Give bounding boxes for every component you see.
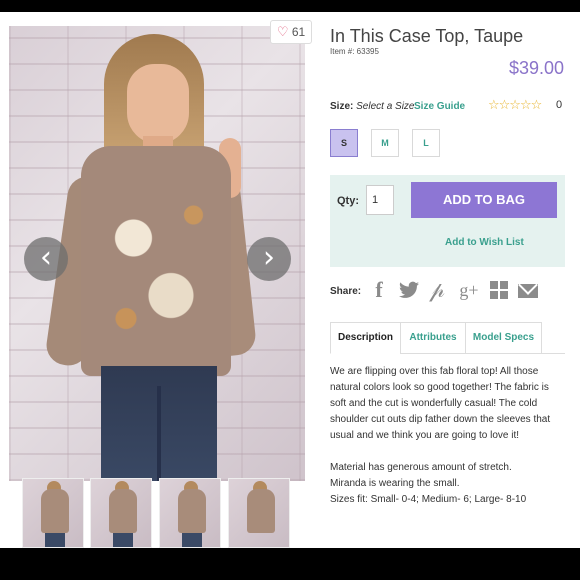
thumbnail-model-top <box>247 489 275 533</box>
size-option-s[interactable]: S <box>330 129 358 157</box>
envelope-glyph <box>518 284 538 298</box>
description-stretch: Material has generous amount of stretch. <box>330 462 512 473</box>
top-black-bar <box>0 0 580 12</box>
product-page: ‹ › ♡ 61 In This Case Top, Taupe Item #:… <box>0 12 580 548</box>
item-number: Item #: 63395 <box>330 47 379 56</box>
size-guide-link[interactable]: Size Guide <box>414 101 465 112</box>
twitter-icon[interactable] <box>398 278 420 302</box>
add-to-wish-list-link[interactable]: Add to Wish List <box>445 237 524 248</box>
favorite-button[interactable]: ♡ 61 <box>270 20 312 44</box>
description-size-fit: Sizes fit: Small- 0-4; Medium- 6; Large-… <box>330 494 527 505</box>
pinterest-icon[interactable]: 𝓅 <box>428 278 446 302</box>
product-price: $39.00 <box>509 58 565 78</box>
quantity-input[interactable]: 1 <box>366 185 394 215</box>
thumbnail-model-top <box>109 489 137 533</box>
thumbnail-4[interactable] <box>228 478 290 548</box>
thumbnail-model-top <box>41 489 69 533</box>
description-model-size: Miranda is wearing the small. <box>330 478 460 489</box>
floral-top <box>81 146 231 376</box>
thumbnail-3[interactable] <box>159 478 221 548</box>
thumbnail-2[interactable] <box>90 478 152 548</box>
thumbnail-model-top <box>178 489 206 533</box>
bottom-black-bar <box>0 548 580 580</box>
heart-icon: ♡ <box>276 24 289 39</box>
facebook-icon[interactable]: f <box>372 278 386 302</box>
tab-model-specs[interactable]: Model Specs <box>465 322 542 354</box>
model-jeans <box>101 366 217 481</box>
next-image-button[interactable]: › <box>247 237 291 281</box>
size-option-m[interactable]: M <box>371 129 399 157</box>
thumbnail-model-legs <box>113 533 133 547</box>
product-description: We are flipping over this fab floral top… <box>330 364 565 508</box>
size-option-l[interactable]: L <box>412 129 440 157</box>
size-label: Size: <box>330 101 354 112</box>
tab-attributes[interactable]: Attributes <box>400 322 466 354</box>
rating-stars-icon[interactable]: ☆☆☆☆☆ <box>488 98 542 113</box>
mail-icon[interactable] <box>517 278 539 302</box>
tab-description[interactable]: Description <box>330 322 401 354</box>
quantity-label: Qty: <box>337 195 359 207</box>
google-plus-icon[interactable]: g+ <box>457 278 481 302</box>
thumbnail-model-legs <box>182 533 202 547</box>
thumbnail-model-legs <box>45 533 65 547</box>
thumbnail-1[interactable] <box>22 478 84 548</box>
size-selector-label: Size: Select a Size <box>330 101 415 112</box>
product-main-image[interactable]: ‹ › <box>9 26 305 481</box>
model-face <box>127 64 189 144</box>
thumbnail-strip <box>22 478 292 548</box>
description-paragraph: We are flipping over this fab floral top… <box>330 366 551 441</box>
product-title: In This Case Top, Taupe <box>330 26 524 46</box>
product-tabs: Description Attributes Model Specs <box>330 322 565 354</box>
size-selection-text: Select a Size <box>356 101 415 112</box>
review-count: 0 <box>556 99 563 111</box>
add-to-bag-button[interactable]: ADD TO BAG <box>411 182 557 218</box>
favorite-count: 61 <box>291 25 306 39</box>
share-label: Share: <box>330 286 362 297</box>
previous-image-button[interactable]: ‹ <box>24 237 68 281</box>
grid-glyph <box>490 281 508 299</box>
grid-icon[interactable] <box>489 278 509 302</box>
